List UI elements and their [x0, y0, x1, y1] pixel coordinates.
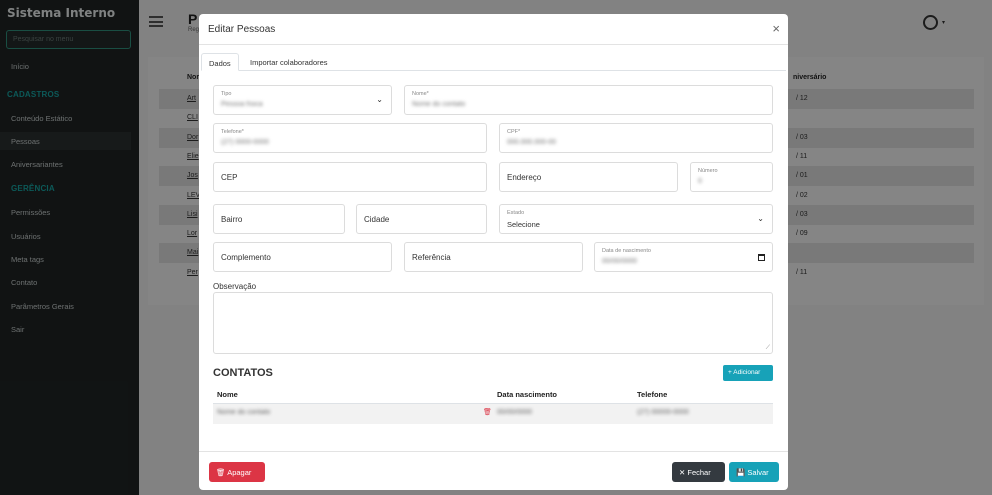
observacao-label: Observação	[213, 282, 257, 291]
cep-field[interactable]: CEP	[213, 162, 487, 192]
endereco-field[interactable]: Endereço	[499, 162, 678, 192]
delete-button[interactable]: 🗑 Apagar	[209, 462, 265, 482]
nome-field[interactable]: Nome* Nome do contato	[404, 85, 773, 115]
tipo-value: Pessoa física	[221, 101, 263, 108]
modal-title: Editar Pessoas	[208, 24, 276, 35]
data-nascimento-value: 00/00/0000	[602, 258, 638, 265]
chevron-down-icon: ⌄	[376, 95, 383, 104]
cidade-field[interactable]: Cidade	[356, 204, 487, 234]
tab-dados[interactable]: Dados	[201, 53, 239, 71]
modal-footer: 🗑 Apagar ✕ Fechar 💾 Salvar	[199, 451, 788, 490]
contato-nome: Nome do contato	[217, 409, 271, 416]
referencia-placeholder: Referência	[412, 253, 451, 262]
contatos-title: CONTATOS	[213, 367, 273, 379]
cpf-field[interactable]: CPF* 000.000.000-00	[499, 123, 773, 153]
telefone-value: (27) 0000-0000	[221, 139, 269, 146]
bairro-field[interactable]: Bairro	[213, 204, 345, 234]
bairro-placeholder: Bairro	[221, 215, 243, 224]
contato-telefone: (27) 00000-0000	[637, 409, 689, 416]
cep-placeholder: CEP	[221, 173, 238, 182]
endereco-placeholder: Endereço	[507, 173, 542, 182]
resize-handle-icon[interactable]: ⟋	[766, 345, 770, 352]
calendar-icon[interactable]	[758, 254, 765, 261]
save-button[interactable]: 💾 Salvar	[729, 462, 779, 482]
tipo-select[interactable]: Tipo Pessoa física ⌄	[213, 85, 392, 115]
col-data-nascimento: Data nascimento	[497, 390, 558, 399]
trash-icon[interactable]: 🗑	[483, 408, 492, 416]
nome-value: Nome do contato	[412, 101, 466, 108]
data-nascimento-field[interactable]: Data de nascimento 00/00/0000	[594, 242, 773, 272]
tab-importar-colaboradores[interactable]: Importar colaboradores	[243, 53, 335, 71]
cidade-placeholder: Cidade	[364, 215, 390, 224]
close-button[interactable]: ✕ Fechar	[672, 462, 725, 482]
estado-label: Estado	[507, 210, 525, 216]
cpf-value: 000.000.000-00	[507, 139, 557, 146]
contato-data: 00/00/0000	[497, 409, 533, 416]
numero-value: 0	[698, 178, 702, 185]
nome-label: Nome*	[412, 91, 429, 97]
complemento-field[interactable]: Complemento	[213, 242, 392, 272]
estado-value: Selecione	[507, 220, 540, 229]
numero-field[interactable]: Número 0	[690, 162, 773, 192]
tipo-label: Tipo	[221, 91, 232, 97]
chevron-down-icon: ⌄	[757, 214, 764, 223]
telefone-label: Telefone*	[221, 129, 244, 135]
close-icon[interactable]: ×	[772, 21, 780, 36]
referencia-field[interactable]: Referência	[404, 242, 583, 272]
edit-person-modal: Editar Pessoas × Dados Importar colabora…	[199, 14, 788, 490]
col-nome: Nome	[217, 390, 238, 399]
numero-label: Número	[698, 168, 718, 174]
add-contato-button[interactable]: + Adicionar	[723, 365, 773, 381]
col-telefone: Telefone	[637, 390, 668, 399]
observacao-textarea[interactable]: ⟋	[213, 292, 773, 354]
modal-header: Editar Pessoas ×	[199, 14, 788, 45]
contatos-table-header: Nome Data nascimento Telefone	[213, 385, 773, 404]
telefone-field[interactable]: Telefone* (27) 0000-0000	[213, 123, 487, 153]
table-row[interactable]: Nome do contato 🗑 00/00/0000 (27) 00000-…	[213, 404, 773, 424]
modal-tabs: Dados Importar colaboradores	[201, 53, 786, 71]
data-nascimento-label: Data de nascimento	[602, 248, 651, 254]
cpf-label: CPF*	[507, 129, 521, 135]
complemento-placeholder: Complemento	[221, 253, 271, 262]
estado-select[interactable]: Estado Selecione ⌄	[499, 204, 773, 234]
